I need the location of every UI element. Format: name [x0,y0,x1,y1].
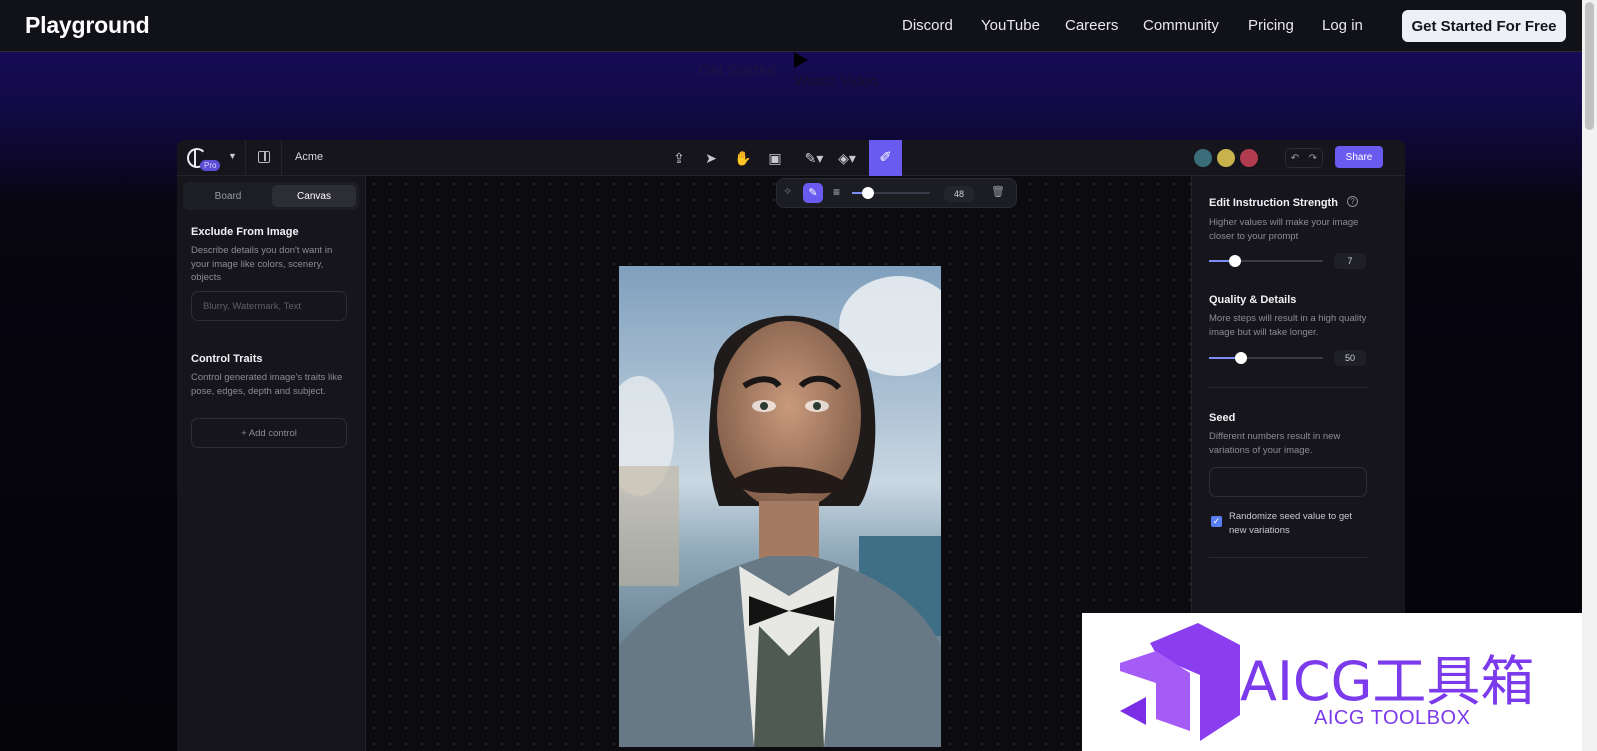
undo-redo-group: ↶ ↷ [1285,148,1323,168]
slider-knob[interactable] [862,187,874,199]
watermark-subtitle: AICG TOOLBOX [1314,707,1471,729]
chevron-down-icon[interactable]: ▼ [228,151,237,161]
add-image-icon[interactable]: ▣ [765,148,785,168]
fill-bucket-icon[interactable]: ◈▾ [834,148,860,168]
slider-knob[interactable] [1235,352,1247,364]
add-control-button[interactable]: + Add control [191,418,347,448]
seed-description: Different numbers result in new variatio… [1209,431,1341,456]
brush-options-bar: ⟡ ✎ ≡ 48 🗑 [776,178,1017,208]
left-sidebar: Board Canvas Exclude From Image Describe… [177,176,366,751]
avatar[interactable] [1238,147,1260,169]
share-button[interactable]: Share [1335,146,1383,168]
view-toggle: Board Canvas [183,182,359,210]
seed-title: Seed [1209,412,1236,424]
divider [245,140,246,176]
nav-link-discord[interactable]: Discord [902,17,953,34]
nav-link-pricing[interactable]: Pricing [1248,17,1294,34]
edit-strength-slider[interactable] [1209,255,1323,267]
canvas-image[interactable] [619,266,941,747]
divider [1209,387,1367,388]
nav-link-community[interactable]: Community [1143,17,1219,34]
brand-logo[interactable]: Playground [25,12,150,39]
quality-title: Quality & Details [1209,294,1297,306]
pencil-icon[interactable]: ✎ [803,183,823,203]
slider-knob[interactable] [1229,255,1241,267]
seed-input[interactable] [1209,467,1367,497]
brush-edit-tool-icon[interactable]: ✐ [869,140,902,176]
undo-icon[interactable]: ↶ [1291,153,1299,164]
brush-size-value[interactable]: 48 [944,186,974,202]
tab-canvas[interactable]: Canvas [272,185,356,207]
hero-watch-video-link[interactable]: Watch Video [794,73,878,90]
trash-icon[interactable]: 🗑 [991,185,1005,198]
watermark-logo-icon [1120,623,1240,741]
control-traits-description: Control generated image's traits like po… [191,372,343,397]
tab-board[interactable]: Board [186,185,270,207]
nav-link-careers[interactable]: Careers [1065,17,1118,34]
pen-tool-icon[interactable]: ✎▾ [801,148,827,168]
nav-link-login[interactable]: Log in [1322,17,1363,34]
app-toolbar: Pro ▼ Acme ⇪ ➤ ✋ ▣ ✎▾ ◈▾ ✐ ↶ ↷ Share [177,140,1405,176]
avatar[interactable] [1215,147,1237,169]
help-icon[interactable]: ? [1347,196,1358,207]
watermark-title: AICG工具箱 [1240,650,1535,713]
control-traits-title: Control Traits [191,353,263,365]
menu-icon[interactable]: ≡ [833,185,840,199]
quality-value[interactable]: 50 [1334,350,1366,366]
exclude-title: Exclude From Image [191,226,299,238]
redo-icon[interactable]: ↷ [1309,153,1317,164]
hero-get-started-link[interactable]: Get Started [699,62,776,79]
edit-strength-value[interactable]: 7 [1334,253,1366,269]
divider [281,140,282,176]
export-icon[interactable]: ⇪ [669,148,689,168]
sidebar-toggle-icon[interactable] [258,151,270,163]
brush-size-slider[interactable] [852,187,930,199]
randomize-seed-label[interactable]: Randomize seed value to get new variatio… [1229,510,1365,537]
select-pointer-icon[interactable]: ➤ [701,148,721,168]
pro-badge: Pro [200,160,221,171]
brush-mode-icon[interactable]: ⟡ [784,185,791,198]
play-icon[interactable] [794,52,808,68]
nav-link-youtube[interactable]: YouTube [981,17,1040,34]
scrollbar-thumb[interactable] [1585,2,1594,130]
hand-pan-icon[interactable]: ✋ [733,148,753,168]
edit-strength-title: Edit Instruction Strength [1209,197,1338,209]
divider [1209,557,1367,558]
negative-prompt-input[interactable]: Blurry, Watermark, Text [191,291,347,321]
avatar[interactable] [1192,147,1214,169]
quality-slider[interactable] [1209,352,1323,364]
portrait-illustration [619,266,941,747]
randomize-seed-checkbox[interactable]: ✓ [1211,516,1222,527]
page-scrollbar[interactable] [1582,0,1597,751]
quality-description: More steps will result in a high quality… [1209,313,1367,338]
edit-strength-description: Higher values will make your image close… [1209,217,1359,242]
project-name[interactable]: Acme [295,151,323,163]
get-started-free-button[interactable]: Get Started For Free [1402,10,1566,42]
watermark-banner: AICG工具箱 AICG TOOLBOX [1082,613,1582,751]
exclude-description: Describe details you don't want in your … [191,245,333,283]
